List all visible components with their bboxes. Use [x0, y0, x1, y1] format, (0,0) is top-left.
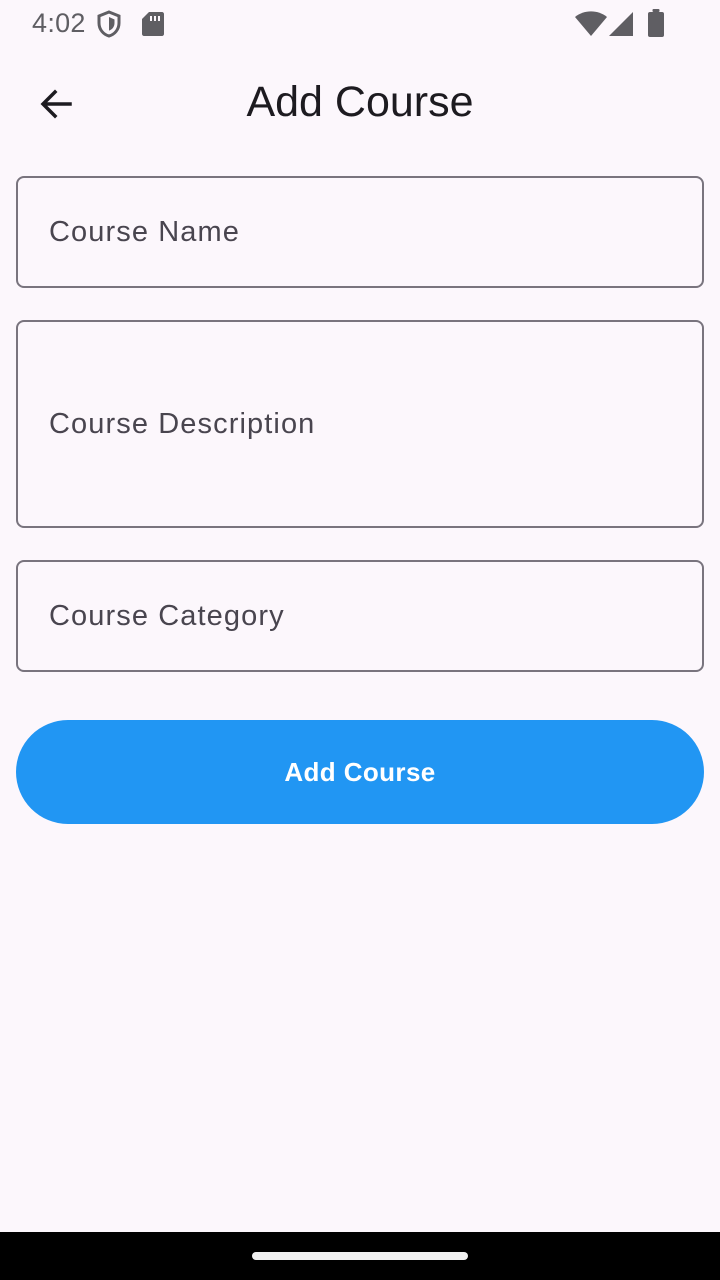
battery-icon	[648, 9, 664, 37]
course-description-field[interactable]: Course Description	[16, 320, 704, 528]
screen: 4:02 Add Course Course Name Course Descr…	[0, 0, 720, 1280]
course-name-label: Course Name	[49, 215, 240, 248]
course-category-label: Course Category	[49, 599, 285, 632]
course-category-field[interactable]: Course Category	[16, 560, 704, 672]
sd-card-icon	[142, 12, 164, 36]
app-bar: Add Course	[0, 56, 720, 152]
status-time: 4:02	[32, 8, 86, 38]
wifi-icon	[575, 11, 607, 36]
add-course-button-label: Add Course	[284, 756, 436, 787]
page-title: Add Course	[246, 78, 474, 126]
add-course-button[interactable]: Add Course	[16, 720, 704, 824]
shield-icon	[97, 10, 121, 38]
home-indicator[interactable]	[252, 1252, 468, 1260]
navigation-bar	[0, 1232, 720, 1280]
course-name-field[interactable]: Course Name	[16, 176, 704, 288]
cell-signal-icon	[609, 12, 633, 36]
status-bar: 4:02	[0, 0, 720, 48]
course-description-label: Course Description	[49, 407, 316, 440]
